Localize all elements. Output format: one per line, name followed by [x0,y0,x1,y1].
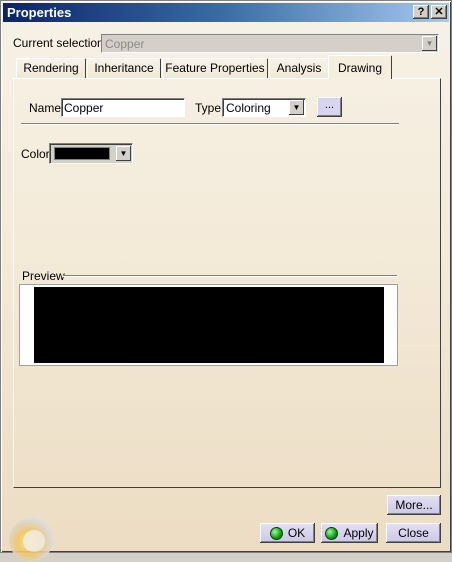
globe-icon [9,518,53,562]
current-selection-combo[interactable]: Copper ▼ [101,34,439,53]
globe-highlight [23,530,45,552]
type-value: Coloring [226,101,271,115]
more-button[interactable]: More... [387,495,441,515]
tab-rendering[interactable]: Rendering [16,58,86,78]
close-label: Close [398,526,429,540]
type-label: Type: [195,101,225,115]
ok-button[interactable]: OK [260,523,315,543]
title-bar[interactable]: Properties ? ✕ [3,3,449,22]
ok-label: OK [287,526,306,540]
chevron-down-icon[interactable]: ▼ [422,36,437,51]
current-selection-label: Current selection : [13,36,111,50]
tab-panel [13,78,441,488]
green-led-icon [269,526,283,540]
name-input[interactable]: Copper [61,98,185,117]
name-label: Name: [29,101,65,115]
color-select[interactable]: ▼ [49,143,133,164]
apply-label: Apply [343,526,374,540]
window-title: Properties [7,5,72,20]
chevron-down-icon[interactable]: ▼ [116,146,131,161]
type-select[interactable]: Coloring ▼ [222,98,306,117]
close-window-button[interactable]: ✕ [431,5,447,19]
close-button[interactable]: Close [386,523,441,543]
tab-drawing[interactable]: Drawing [328,55,392,79]
preview-label: Preview [22,269,65,283]
tab-analysis[interactable]: Analysis [269,58,329,78]
more-label: More... [395,498,433,512]
separator [21,123,399,125]
chevron-down-icon[interactable]: ▼ [289,100,304,115]
tab-feature-properties[interactable]: Feature Properties [162,58,268,78]
ellipsis-button[interactable]: ... [317,97,342,117]
preview-color [34,287,384,363]
apply-button[interactable]: Apply [321,523,378,543]
preview-box [19,284,398,366]
color-swatch [54,147,110,160]
current-selection-value: Copper [105,37,145,51]
green-led-icon [325,526,339,540]
preview-group-line [63,275,397,277]
tab-inheritance[interactable]: Inheritance [87,58,161,78]
properties-dialog: Properties ? ✕ Current selection : Coppe… [0,0,452,562]
help-button[interactable]: ? [413,5,429,19]
